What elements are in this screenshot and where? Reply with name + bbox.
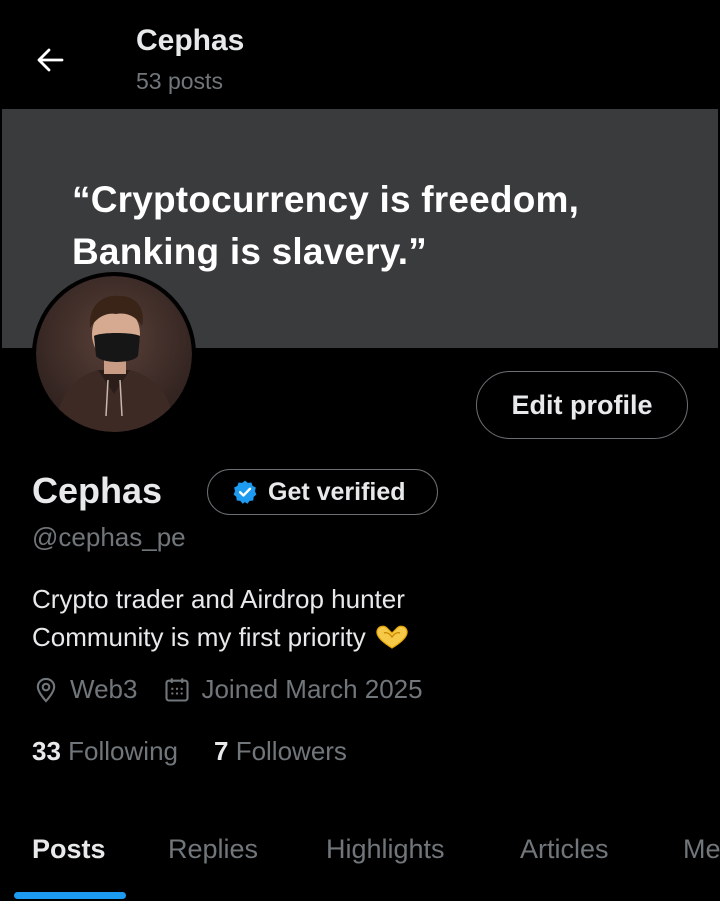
profile-stats: 33 Following 7 Followers	[32, 736, 383, 767]
get-verified-label: Get verified	[268, 477, 406, 506]
following-label: Following	[68, 736, 178, 766]
avatar[interactable]	[32, 272, 196, 436]
location-text: Web3	[70, 674, 138, 704]
banner-quote-line-1: “Cryptocurrency is freedom,	[72, 179, 580, 220]
calendar-icon	[165, 677, 190, 702]
avatar-illustration	[54, 295, 176, 432]
following-count: 33	[32, 736, 61, 766]
bio-line-1: Crypto trader and Airdrop hunter	[32, 584, 405, 614]
joined-text: Joined March 2025	[201, 674, 423, 704]
followers-label: Followers	[235, 736, 347, 766]
tab-media[interactable]: Me	[683, 834, 720, 865]
header-title: Cephas	[136, 24, 245, 57]
followers-link[interactable]: 7 Followers	[214, 736, 347, 767]
tab-posts[interactable]: Posts	[32, 834, 106, 865]
top-bar: Cephas 53 posts	[0, 0, 720, 108]
back-button[interactable]	[30, 40, 70, 80]
following-link[interactable]: 33 Following	[32, 736, 178, 767]
join-date: Joined March 2025	[163, 674, 423, 705]
tab-replies[interactable]: Replies	[168, 834, 258, 865]
edit-profile-button[interactable]: Edit profile	[476, 371, 688, 439]
banner-quote-line-2: Banking is slavery.”	[72, 231, 427, 272]
location: Web3	[32, 674, 137, 705]
tab-highlights[interactable]: Highlights	[326, 834, 445, 865]
profile-tabs: Posts Replies Highlights Articles Me	[0, 820, 720, 901]
profile-bio: Crypto trader and Airdrop hunter Communi…	[32, 580, 410, 656]
bio-line-2: Community is my first priority	[32, 622, 366, 652]
post-count: 53 posts	[136, 68, 223, 94]
followers-count: 7	[213, 736, 229, 766]
verified-badge-icon	[233, 480, 257, 504]
get-verified-button[interactable]: Get verified	[207, 469, 438, 515]
heart-hands-icon	[376, 625, 408, 649]
arrow-left-icon	[37, 48, 64, 72]
profile-meta: Web3 Joined March 2025	[32, 674, 449, 705]
banner-quote: “Cryptocurrency is freedom, Banking is s…	[72, 174, 579, 278]
profile-handle: @cephas_pe	[32, 522, 186, 552]
active-tab-indicator	[14, 892, 126, 899]
tab-articles[interactable]: Articles	[520, 834, 609, 865]
avatar-image	[36, 276, 192, 432]
profile-name: Cephas	[32, 470, 163, 511]
location-pin-icon	[36, 677, 56, 703]
